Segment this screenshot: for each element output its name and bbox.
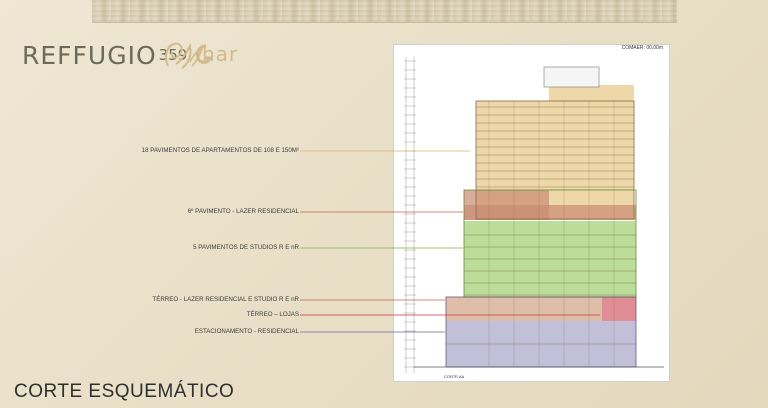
page-title: CORTE ESQUEMÁTICO	[14, 381, 235, 402]
label-ground-leisure: TÉRREO - LAZER RESIDENCIAL E STUDIO R E …	[152, 296, 299, 303]
label-apartments: 18 PAVIMENTOS DE APARTAMENTOS DE 108 E 1…	[141, 147, 299, 154]
callout-leaders-svg	[300, 150, 600, 333]
label-leisure-6th: 6º PAVIMENTO - LAZER RESIDENCIAL	[187, 208, 299, 215]
label-shops: TÉRREO – LOJAS	[246, 311, 299, 318]
label-studios: 5 PAVIMENTOS DE STUDIOS R E nR	[193, 244, 299, 251]
label-parking: ESTACIONAMENTO - RESIDENCIAL	[194, 328, 299, 335]
